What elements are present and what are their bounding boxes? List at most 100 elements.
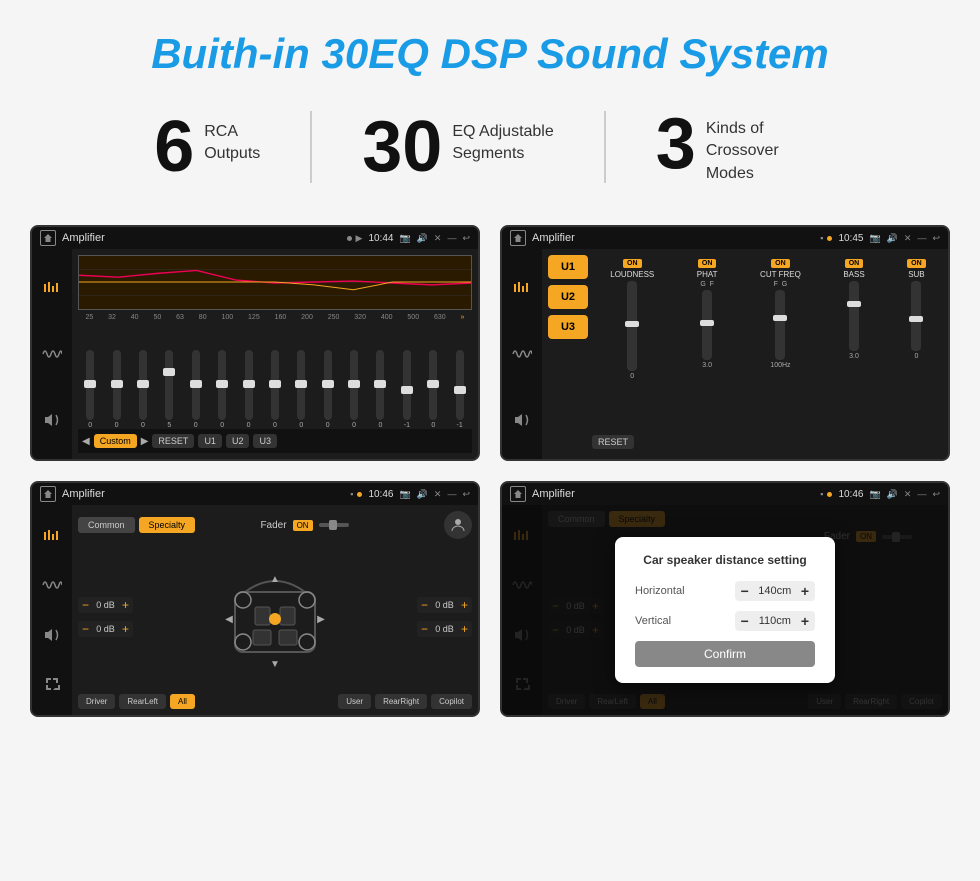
eq-slider-3[interactable]: 0: [139, 350, 147, 429]
home-icon-4[interactable]: [510, 486, 526, 502]
eq-slider-10[interactable]: 0: [324, 350, 332, 429]
eq-label-125: 125: [248, 314, 260, 321]
home-icon[interactable]: [40, 230, 56, 246]
stat-label-eq: EQ AdjustableSegments: [452, 111, 553, 166]
fader-toggle[interactable]: ON: [293, 520, 313, 531]
back-icon-3[interactable]: ↩: [462, 489, 470, 500]
common-tab[interactable]: Common: [78, 517, 135, 533]
vertical-minus[interactable]: −: [741, 613, 749, 629]
screen3-main: Common Specialty Fader ON: [72, 505, 478, 715]
right-top-plus[interactable]: +: [461, 599, 468, 611]
wave-icon-3[interactable]: [38, 571, 66, 599]
speaker-icon-3[interactable]: [38, 621, 66, 649]
reset-btn-1[interactable]: RESET: [152, 434, 194, 448]
eq-slider-7[interactable]: 0: [245, 350, 253, 429]
screen2-statusbar: Amplifier ▪ 10:45 📷 🔊 ✕ — ↩: [502, 227, 948, 249]
volume-icon: 🔊: [417, 233, 428, 244]
screen1-card: Amplifier ▶ 10:44 📷 🔊 ✕ — ↩: [30, 225, 480, 461]
screen4-title: Amplifier: [532, 488, 814, 500]
speaker-icon-2[interactable]: [508, 406, 536, 434]
eq-sliders: 0 0 0 5 0: [78, 325, 472, 429]
u3-preset[interactable]: U3: [548, 315, 588, 339]
eq-icon-2[interactable]: [508, 274, 536, 302]
u2-preset[interactable]: U2: [548, 285, 588, 309]
minimize-icon-3: —: [447, 489, 456, 499]
back-icon-2[interactable]: ↩: [932, 233, 940, 244]
phat-toggle[interactable]: ON: [698, 259, 717, 268]
driver-btn[interactable]: Driver: [78, 694, 115, 709]
sub-toggle[interactable]: ON: [907, 259, 926, 268]
screen4-statusbar: Amplifier ▪ 10:46 📷 🔊 ✕ — ↩: [502, 483, 948, 505]
right-db-controls: − 0 dB + − 0 dB +: [417, 597, 472, 637]
close-icon-2: ✕: [904, 233, 912, 244]
eq-icon-3[interactable]: [38, 522, 66, 550]
expand-icon[interactable]: [38, 670, 66, 698]
vertical-plus[interactable]: +: [801, 613, 809, 629]
left-bottom-minus[interactable]: −: [82, 623, 89, 635]
right-top-minus[interactable]: −: [421, 599, 428, 611]
custom-btn[interactable]: Custom: [94, 434, 137, 448]
user-icon[interactable]: [444, 511, 472, 539]
eq-icon[interactable]: [38, 274, 66, 302]
eq-slider-4[interactable]: 5: [165, 350, 173, 429]
right-bottom-minus[interactable]: −: [421, 623, 428, 635]
loudness-toggle[interactable]: ON: [623, 259, 642, 268]
horizontal-control: − 140cm +: [735, 581, 815, 601]
eq-slider-6[interactable]: 0: [218, 350, 226, 429]
car-diagram: ▲ ▼ ◀ ▶: [141, 562, 409, 672]
eq-more-icon[interactable]: »: [461, 314, 465, 321]
prev-icon[interactable]: ◀: [82, 436, 90, 447]
horizontal-plus[interactable]: +: [801, 583, 809, 599]
eq-slider-12[interactable]: 0: [376, 350, 384, 429]
minimize-icon-2: —: [917, 233, 926, 243]
back-icon[interactable]: ↩: [462, 233, 470, 244]
wave-icon-2[interactable]: [508, 340, 536, 368]
copilot-btn[interactable]: Copilot: [431, 694, 472, 709]
cutfreq-toggle[interactable]: ON: [771, 259, 790, 268]
bass-channel: ON BASS 3.0: [843, 259, 864, 425]
bass-toggle[interactable]: ON: [845, 259, 864, 268]
left-top-plus[interactable]: +: [122, 599, 129, 611]
screen3-tabs: Common Specialty: [78, 517, 195, 533]
eq-slider-13[interactable]: -1: [403, 350, 411, 429]
stat-label-crossover: Kinds ofCrossover Modes: [706, 108, 826, 185]
horizontal-minus[interactable]: −: [741, 583, 749, 599]
eq-label-200: 200: [301, 314, 313, 321]
rearleft-btn[interactable]: RearLeft: [119, 694, 166, 709]
camera-icon: 📷: [399, 233, 410, 244]
speaker-icon[interactable]: [38, 406, 66, 434]
eq-slider-2[interactable]: 0: [113, 350, 121, 429]
right-bottom-plus[interactable]: +: [461, 623, 468, 635]
user-btn[interactable]: User: [338, 694, 371, 709]
eq-slider-9[interactable]: 0: [297, 350, 305, 429]
dot-icon-2: [827, 236, 832, 241]
confirm-button[interactable]: Confirm: [635, 641, 815, 667]
left-bottom-plus[interactable]: +: [122, 623, 129, 635]
home-icon-2[interactable]: [510, 230, 526, 246]
u3-btn[interactable]: U3: [253, 434, 277, 448]
eq-slider-8[interactable]: 0: [271, 350, 279, 429]
u1-preset[interactable]: U1: [548, 255, 588, 279]
screen1-title: Amplifier: [62, 232, 341, 244]
eq-freq-labels: 25 32 40 50 63 80 100 125 160 200 250 32…: [78, 314, 472, 321]
eq-slider-5[interactable]: 0: [192, 350, 200, 429]
eq-slider-1[interactable]: 0: [86, 350, 94, 429]
bass-label: BASS: [843, 270, 864, 279]
rearright-btn[interactable]: RearRight: [375, 694, 427, 709]
eq-slider-15[interactable]: -1: [456, 350, 464, 429]
screen1-status-icons: ▶: [347, 233, 363, 244]
all-btn[interactable]: All: [170, 694, 195, 709]
specialty-tab[interactable]: Specialty: [139, 517, 196, 533]
u2-btn[interactable]: U2: [226, 434, 250, 448]
home-icon-3[interactable]: [40, 486, 56, 502]
next-icon[interactable]: ▶: [141, 436, 149, 447]
eq-label-100: 100: [221, 314, 233, 321]
reset-btn-2[interactable]: RESET: [592, 435, 634, 449]
eq-slider-11[interactable]: 0: [350, 350, 358, 429]
camera-icon-4: 📷: [869, 489, 880, 500]
u1-btn[interactable]: U1: [198, 434, 222, 448]
left-top-minus[interactable]: −: [82, 599, 89, 611]
eq-slider-14[interactable]: 0: [429, 350, 437, 429]
wave-icon[interactable]: [38, 340, 66, 368]
back-icon-4[interactable]: ↩: [932, 489, 940, 500]
